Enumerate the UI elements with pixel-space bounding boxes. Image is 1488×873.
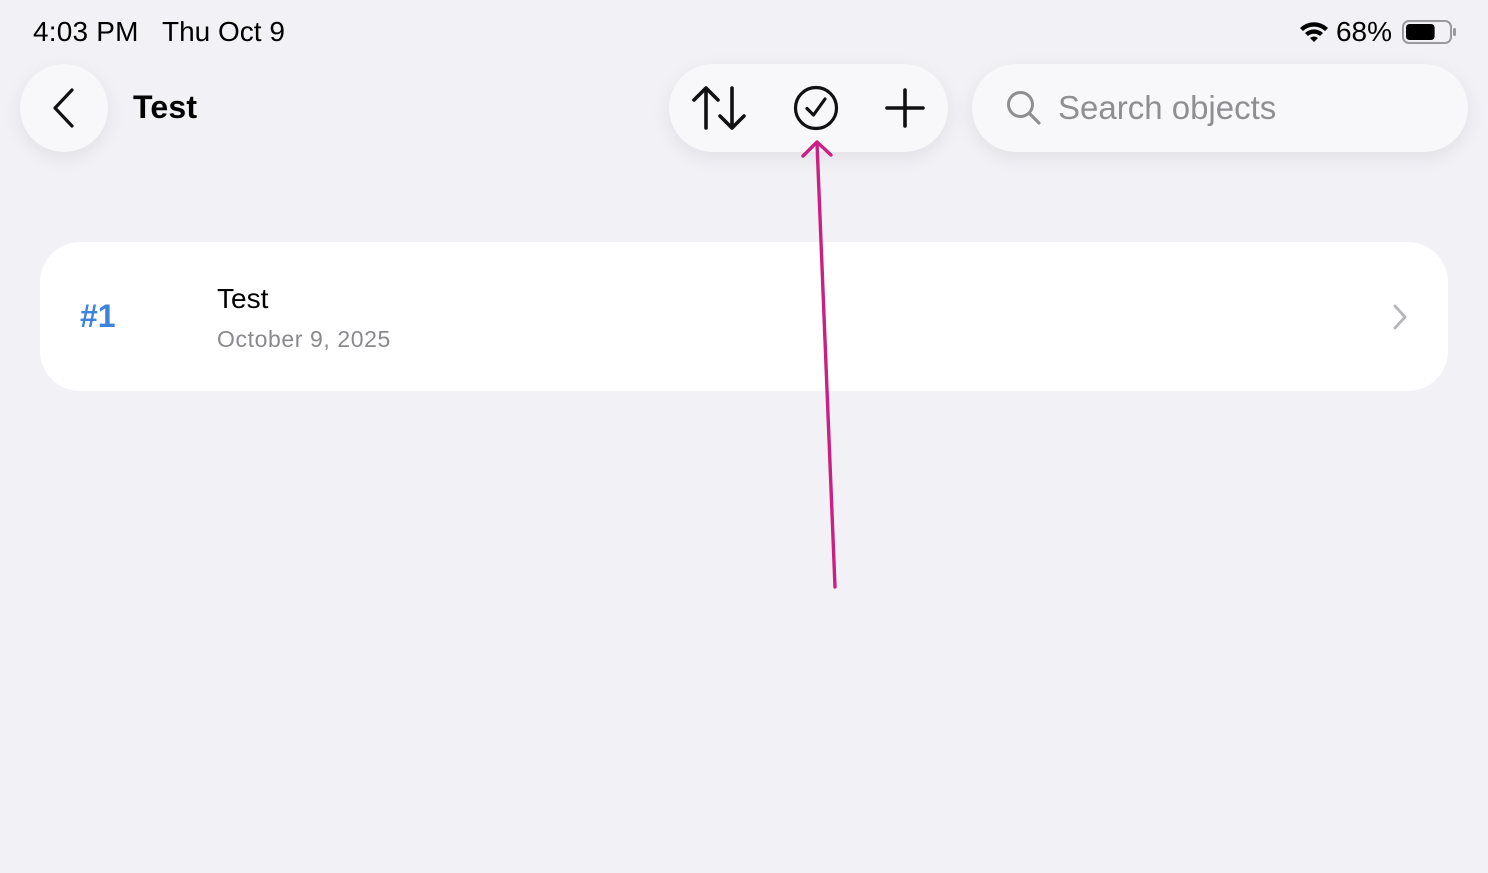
toolbar [669,64,948,152]
add-button[interactable] [875,78,935,138]
page-title: Test [133,89,198,125]
battery-percent: 68% [1335,16,1392,47]
search-box[interactable] [972,64,1468,152]
sort-arrows-icon [692,86,746,130]
back-button[interactable] [20,64,108,152]
status-time: 4:03 PM [33,16,139,47]
wifi-icon [1299,22,1328,42]
status-indicators: 68% [1298,14,1458,50]
item-date: October 9, 2025 [217,326,391,352]
status-date: Thu Oct 9 [162,16,285,47]
chevron-right-icon [1393,304,1407,330]
search-input[interactable] [1058,84,1438,132]
battery-icon [1402,20,1456,44]
plus-icon [885,88,925,128]
battery-level-fill [1406,24,1435,40]
select-button[interactable] [786,78,846,138]
magnifying-glass-icon [1007,91,1041,125]
item-index: #1 [80,298,116,334]
list-item[interactable]: #1 Test October 9, 2025 [40,242,1448,391]
item-title: Test [217,283,269,314]
sort-button[interactable] [689,78,749,138]
checkmark-circle-icon [793,85,839,131]
status-bar: 4:03 PM Thu Oct 9 68% [0,0,1488,64]
chevron-left-icon [53,88,74,128]
